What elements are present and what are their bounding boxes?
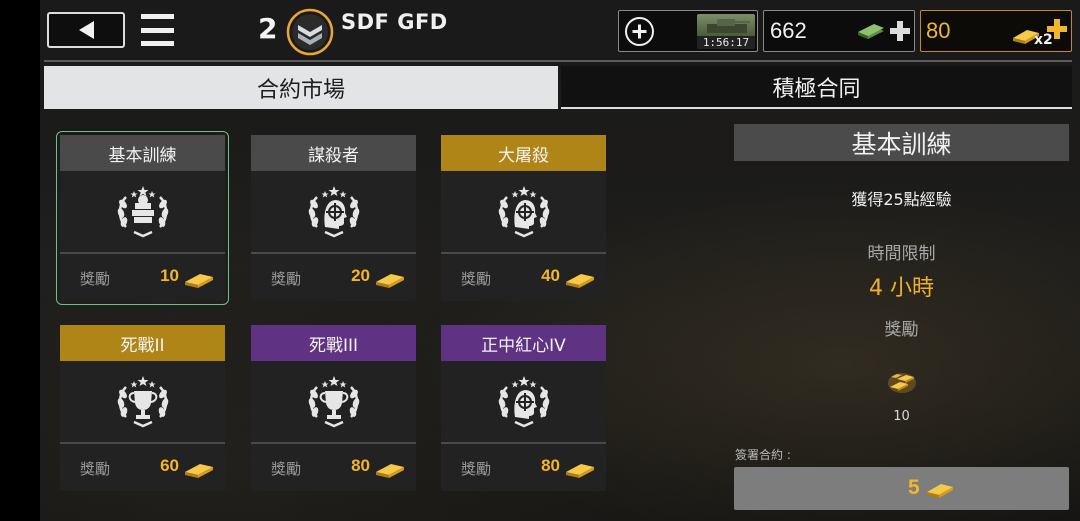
sign-contract-button[interactable]: 5 bbox=[734, 467, 1069, 510]
crosshair-head-icon bbox=[498, 186, 549, 238]
contract-title: 基本訓練 bbox=[60, 135, 225, 171]
top-divider bbox=[44, 60, 1072, 62]
money-stack-icon bbox=[117, 186, 168, 238]
time-limit-label: 時間限制 bbox=[867, 244, 936, 264]
contract-title: 正中紅心IV bbox=[441, 325, 606, 361]
reward-amount: 10 bbox=[160, 266, 179, 285]
contract-card[interactable]: 大屠殺 獎勵 40 bbox=[441, 135, 606, 301]
gold-bar-icon bbox=[566, 274, 594, 288]
reward-amount: 80 bbox=[541, 456, 560, 475]
add-cash-icon[interactable] bbox=[890, 21, 910, 41]
card-divider bbox=[441, 442, 606, 444]
reward-label: 獎勵 bbox=[461, 270, 492, 288]
crosshair-head-icon bbox=[308, 186, 359, 238]
gold-bar-icon bbox=[185, 464, 213, 478]
screen-edge bbox=[0, 0, 40, 521]
contract-card[interactable]: 死戰III 獎勵 80 bbox=[251, 325, 416, 491]
sign-cost: 5 bbox=[908, 476, 920, 499]
reward-amount: 40 bbox=[541, 266, 560, 285]
detail-description: 獲得25點經驗 bbox=[851, 190, 952, 209]
garage-slot[interactable]: 1:56:17 bbox=[618, 10, 758, 52]
reward-value: 10 bbox=[893, 409, 910, 424]
gold-bar-icon bbox=[376, 464, 404, 478]
gold-value: 80 bbox=[926, 18, 951, 43]
menu-button[interactable] bbox=[141, 14, 174, 46]
rank-chevron-icon bbox=[286, 8, 334, 56]
back-button[interactable] bbox=[47, 12, 125, 48]
contract-title: 死戰II bbox=[60, 325, 225, 361]
gold-counter[interactable]: 80 x2 bbox=[920, 10, 1072, 52]
contract-title: 謀殺者 bbox=[251, 135, 416, 171]
back-arrow-icon bbox=[78, 21, 94, 39]
cash-bills-icon bbox=[858, 24, 884, 39]
card-divider bbox=[441, 252, 606, 254]
reward-label: 獎勵 bbox=[271, 270, 302, 288]
cash-counter[interactable]: 662 bbox=[763, 10, 915, 52]
gold-bar-icon bbox=[927, 484, 953, 498]
card-divider bbox=[60, 442, 225, 444]
contract-title: 死戰III bbox=[251, 325, 416, 361]
reward-label: 獎勵 bbox=[80, 270, 111, 288]
trophy-icon bbox=[308, 376, 359, 428]
rank-number: 2 bbox=[258, 12, 278, 45]
reward-label: 獎勵 bbox=[884, 320, 919, 340]
tab-active-contracts[interactable]: 積極合同 bbox=[561, 66, 1072, 109]
reward-amount: 20 bbox=[351, 266, 370, 285]
tank-icon bbox=[707, 19, 750, 33]
gold-bar-icon bbox=[185, 274, 213, 288]
tab-contract-market[interactable]: 合約市場 bbox=[44, 66, 558, 109]
reward-amount: 60 bbox=[160, 456, 179, 475]
reward-label: 獎勵 bbox=[271, 460, 302, 478]
build-timer: 1:56:17 bbox=[697, 36, 755, 49]
add-gold-icon[interactable] bbox=[1047, 19, 1067, 39]
trophy-icon bbox=[117, 376, 168, 428]
reward-amount: 80 bbox=[351, 456, 370, 475]
contract-card[interactable]: 謀殺者 獎勵 20 bbox=[251, 135, 416, 301]
card-divider bbox=[251, 442, 416, 444]
contract-card[interactable]: 正中紅心IV 獎勵 80 bbox=[441, 325, 606, 491]
crosshair-head-icon bbox=[498, 376, 549, 428]
tank-thumbnail[interactable]: 1:56:17 bbox=[697, 14, 755, 49]
gold-bar-icon bbox=[566, 464, 594, 478]
player-name: SDF GFD bbox=[341, 10, 448, 34]
contract-card[interactable]: 死戰II 獎勵 60 bbox=[60, 325, 225, 491]
contract-card[interactable]: 基本訓練 獎勵 10 bbox=[56, 131, 229, 305]
contract-title: 大屠殺 bbox=[441, 135, 606, 171]
time-limit-value: 4 小時 bbox=[869, 276, 934, 301]
sign-contract-label: 簽署合約 : bbox=[735, 448, 791, 462]
gold-bar-icon bbox=[376, 274, 404, 288]
gold-pile-icon bbox=[888, 373, 916, 393]
add-circle-icon[interactable] bbox=[624, 16, 655, 47]
detail-title: 基本訓練 bbox=[734, 124, 1069, 161]
card-divider bbox=[251, 252, 416, 254]
card-divider bbox=[60, 252, 225, 254]
reward-label: 獎勵 bbox=[461, 460, 492, 478]
cash-value: 662 bbox=[770, 18, 807, 43]
reward-label: 獎勵 bbox=[80, 460, 111, 478]
hamburger-icon bbox=[141, 14, 174, 19]
